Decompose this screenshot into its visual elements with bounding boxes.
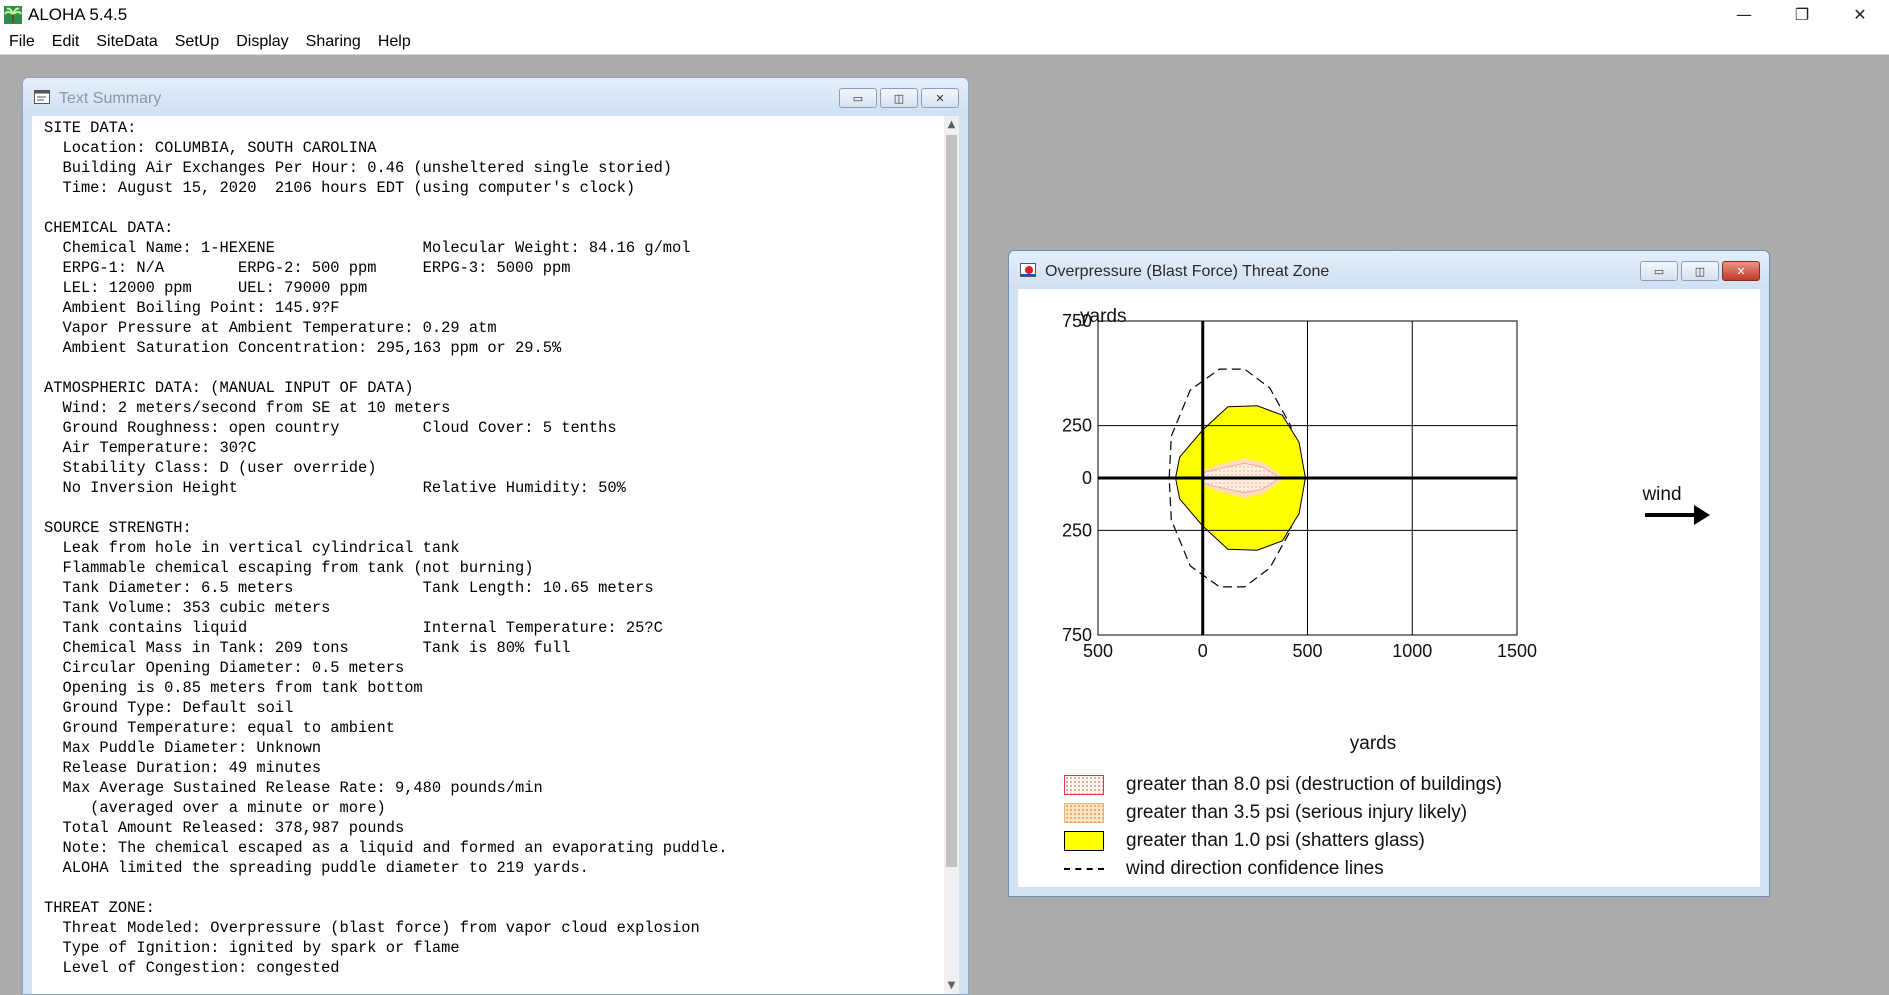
close-icon: ✕ (1736, 264, 1746, 278)
legend-swatch (1064, 831, 1104, 851)
y-tick-label: 750 (1062, 311, 1092, 331)
text-summary-title: Text Summary (59, 90, 162, 107)
text-summary-window: Text Summary ▭ ◫ ✕ SITE DATA: Location: … (22, 77, 969, 995)
document-icon (34, 90, 50, 104)
y-tick-label: 750 (1062, 625, 1092, 645)
threat-zone-title: Overpressure (Blast Force) Threat Zone (1045, 263, 1330, 280)
app-title: ALOHA 5.4.5 (28, 4, 128, 24)
close-button[interactable]: ✕ (1722, 261, 1760, 281)
close-button[interactable]: ✕ (1831, 0, 1889, 29)
legend-swatch (1064, 803, 1104, 823)
app-titlebar: ALOHA 5.4.5 — ❐ ✕ (0, 0, 1889, 29)
legend-label: wind direction confidence lines (1126, 858, 1384, 879)
legend-label: greater than 1.0 psi (shatters glass) (1126, 830, 1425, 851)
minimize-button[interactable]: — (1715, 0, 1773, 29)
close-icon: ✕ (935, 91, 945, 105)
maximize-button[interactable]: ◫ (880, 88, 918, 108)
maximize-icon: ◫ (1694, 264, 1706, 278)
text-summary-controls: ▭ ◫ ✕ (836, 88, 959, 108)
x-tick-label: 0 (1198, 641, 1208, 661)
scroll-down-arrow[interactable]: ▼ (944, 977, 959, 994)
legend-item: greater than 1.0 psi (shatters glass) (1064, 827, 1502, 855)
minimize-button[interactable]: ▭ (839, 88, 877, 108)
legend-label: greater than 8.0 psi (destruction of bui… (1126, 774, 1502, 795)
minimize-icon: ▭ (1653, 264, 1665, 278)
palm-tree-icon (4, 5, 22, 24)
menu-display[interactable]: Display (236, 33, 288, 51)
maximize-button[interactable]: ◫ (1681, 261, 1719, 281)
threat-zone-plot: yards yards 500 0 500 1000 15007502500250750… (1062, 306, 1710, 754)
menu-bar: File Edit SiteData SetUp Display Sharing… (0, 29, 1889, 55)
legend-swatch (1064, 775, 1104, 795)
text-summary-titlebar[interactable]: Text Summary ▭ ◫ ✕ (23, 78, 968, 116)
minimize-button[interactable]: ▭ (1640, 261, 1678, 281)
scroll-thumb[interactable] (946, 135, 957, 867)
wind-arrow: wind (1641, 484, 1710, 525)
x-tick-label: 1000 (1392, 641, 1432, 661)
menu-help[interactable]: Help (378, 33, 411, 51)
menu-edit[interactable]: Edit (52, 33, 80, 51)
summary-text-area[interactable]: SITE DATA: Location: COLUMBIA, SOUTH CAR… (32, 116, 944, 994)
scroll-up-arrow[interactable]: ▲ (944, 116, 959, 133)
menu-setup[interactable]: SetUp (175, 33, 219, 51)
x-axis-label: yards (1350, 733, 1396, 754)
threat-zone-controls: ▭ ◫ ✕ (1637, 261, 1760, 281)
y-tick-label: 0 (1082, 468, 1092, 488)
legend-swatch (1064, 868, 1104, 870)
y-tick-label: 250 (1062, 416, 1092, 436)
restore-button[interactable]: ❐ (1773, 0, 1831, 29)
vertical-scrollbar[interactable]: ▲ ▼ (944, 116, 959, 994)
menu-sharing[interactable]: Sharing (306, 33, 361, 51)
window-controls: — ❐ ✕ (1715, 0, 1889, 29)
menu-file[interactable]: File (9, 33, 35, 51)
summary-text: SITE DATA: Location: COLUMBIA, SOUTH CAR… (44, 119, 728, 977)
legend-item: greater than 3.5 psi (serious injury lik… (1064, 799, 1502, 827)
legend-item: wind direction confidence lines (1064, 855, 1502, 883)
legend-item: greater than 8.0 psi (destruction of bui… (1064, 771, 1502, 799)
legend: greater than 8.0 psi (destruction of bui… (1064, 771, 1502, 883)
minimize-icon: ▭ (852, 91, 864, 105)
threat-zone-icon (1020, 263, 1036, 277)
y-tick-label: 250 (1062, 520, 1092, 540)
menu-sitedata[interactable]: SiteData (96, 33, 157, 51)
close-button[interactable]: ✕ (921, 88, 959, 108)
x-tick-label: 500 (1292, 641, 1322, 661)
x-tick-label: 1500 (1497, 641, 1537, 661)
grid-layer (1097, 320, 1518, 636)
maximize-icon: ◫ (893, 91, 905, 105)
threat-zone-body: yards yards 500 0 500 1000 1500 750 250 0 250 750… (1018, 289, 1760, 887)
wind-label: wind (1641, 484, 1681, 505)
threat-zone-window: Overpressure (Blast Force) Threat Zone ▭… (1008, 250, 1770, 897)
legend-label: greater than 3.5 psi (serious injury lik… (1126, 802, 1468, 823)
threat-zone-titlebar[interactable]: Overpressure (Blast Force) Threat Zone ▭… (1009, 251, 1769, 289)
